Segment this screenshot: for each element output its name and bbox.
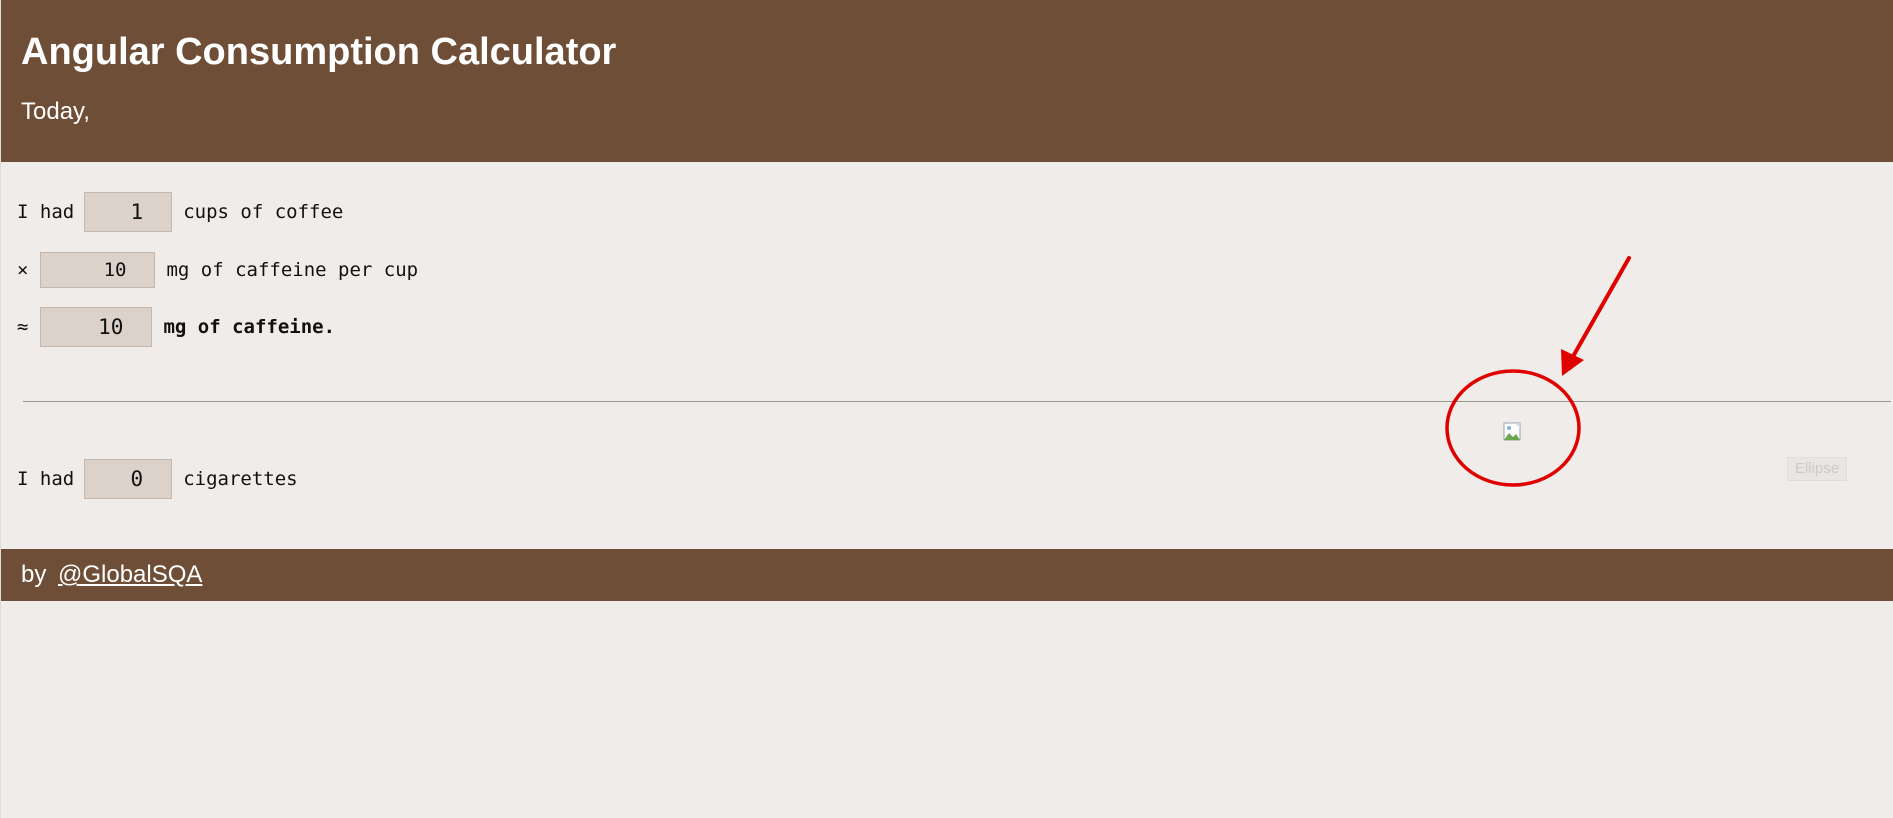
section-divider	[23, 401, 1891, 402]
cups-suffix-label: cups of coffee	[183, 201, 344, 223]
approx-symbol: ≈	[17, 316, 29, 338]
annotation-arrow-head	[1561, 349, 1584, 376]
page: Angular Consumption Calculator Today, I …	[0, 0, 1893, 818]
cigarettes-input[interactable]: 0	[84, 459, 173, 499]
coffee-cups-row: I had 1 cups of coffee	[17, 192, 343, 232]
footer: by @GlobalSQA	[1, 549, 1893, 601]
caffeine-per-cup-row: × 10 mg of caffeine per cup	[17, 252, 418, 288]
total-caffeine-output: 10	[40, 307, 153, 347]
ellipse-button[interactable]: Ellipse	[1787, 457, 1847, 481]
page-title: Angular Consumption Calculator	[21, 31, 617, 73]
cigarettes-prefix-label: I had	[17, 468, 75, 490]
header: Angular Consumption Calculator Today,	[1, 0, 1893, 162]
annotation-arrow-shaft	[1569, 256, 1631, 362]
total-caffeine-label: mg of caffeine.	[163, 316, 336, 338]
caffeine-per-cup-input[interactable]: 10	[40, 252, 156, 288]
cigarettes-suffix-label: cigarettes	[183, 468, 298, 490]
footer-by-label: by	[21, 561, 47, 588]
total-caffeine-row: ≈ 10 mg of caffeine.	[17, 307, 335, 347]
broken-image-icon	[1503, 422, 1521, 441]
caffeine-per-cup-label: mg of caffeine per cup	[166, 259, 419, 281]
globalsqa-link[interactable]: @GlobalSQA	[58, 561, 202, 589]
multiply-symbol: ×	[17, 259, 29, 281]
cigarettes-row: I had 0 cigarettes	[17, 459, 298, 499]
page-subtitle: Today,	[21, 98, 90, 125]
cups-input[interactable]: 1	[84, 192, 173, 232]
cups-prefix-label: I had	[17, 201, 75, 223]
